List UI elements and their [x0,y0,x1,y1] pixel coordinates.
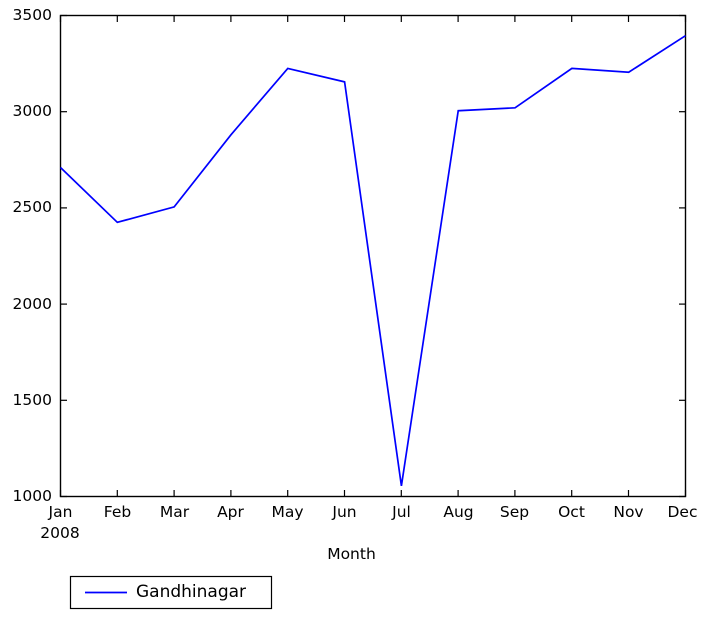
x-tick-label-nov: Nov [613,503,644,521]
y-tick-label-3500: 3500 [12,6,52,24]
x-tick-label-oct: Oct [558,503,585,521]
x-axis-year-label: 2008 [40,524,80,542]
y-tick-label-2000: 2000 [12,295,52,313]
x-tick-label-mar: Mar [159,503,190,521]
x-tick-label-jul: Jul [392,503,411,521]
x-tick-label-jun: Jun [332,503,357,521]
x-tick-label-apr: Apr [217,503,244,521]
x-tick-label-feb: Feb [103,503,132,521]
x-tick-label-may: May [271,503,304,521]
legend-label-gandhinagar: Gandhinagar [136,582,247,602]
x-tick-label-aug: Aug [443,503,474,521]
y-tick-label-2500: 2500 [12,198,52,216]
x-axis-title: Month [327,545,376,563]
chart-figure: 3500 3000 2500 2000 1500 1000 Jan Feb Ma… [0,0,703,621]
x-tick-label-dec: Dec [667,503,698,521]
plot-frame [59,14,687,498]
plot-canvas [59,14,687,610]
y-tick-label-3000: 3000 [12,102,52,120]
x-tick-label-jan: Jan [48,503,73,521]
x-tick-label-sep: Sep [499,503,530,521]
y-tick-label-1500: 1500 [12,391,52,409]
y-tick-label-1000: 1000 [12,487,52,505]
